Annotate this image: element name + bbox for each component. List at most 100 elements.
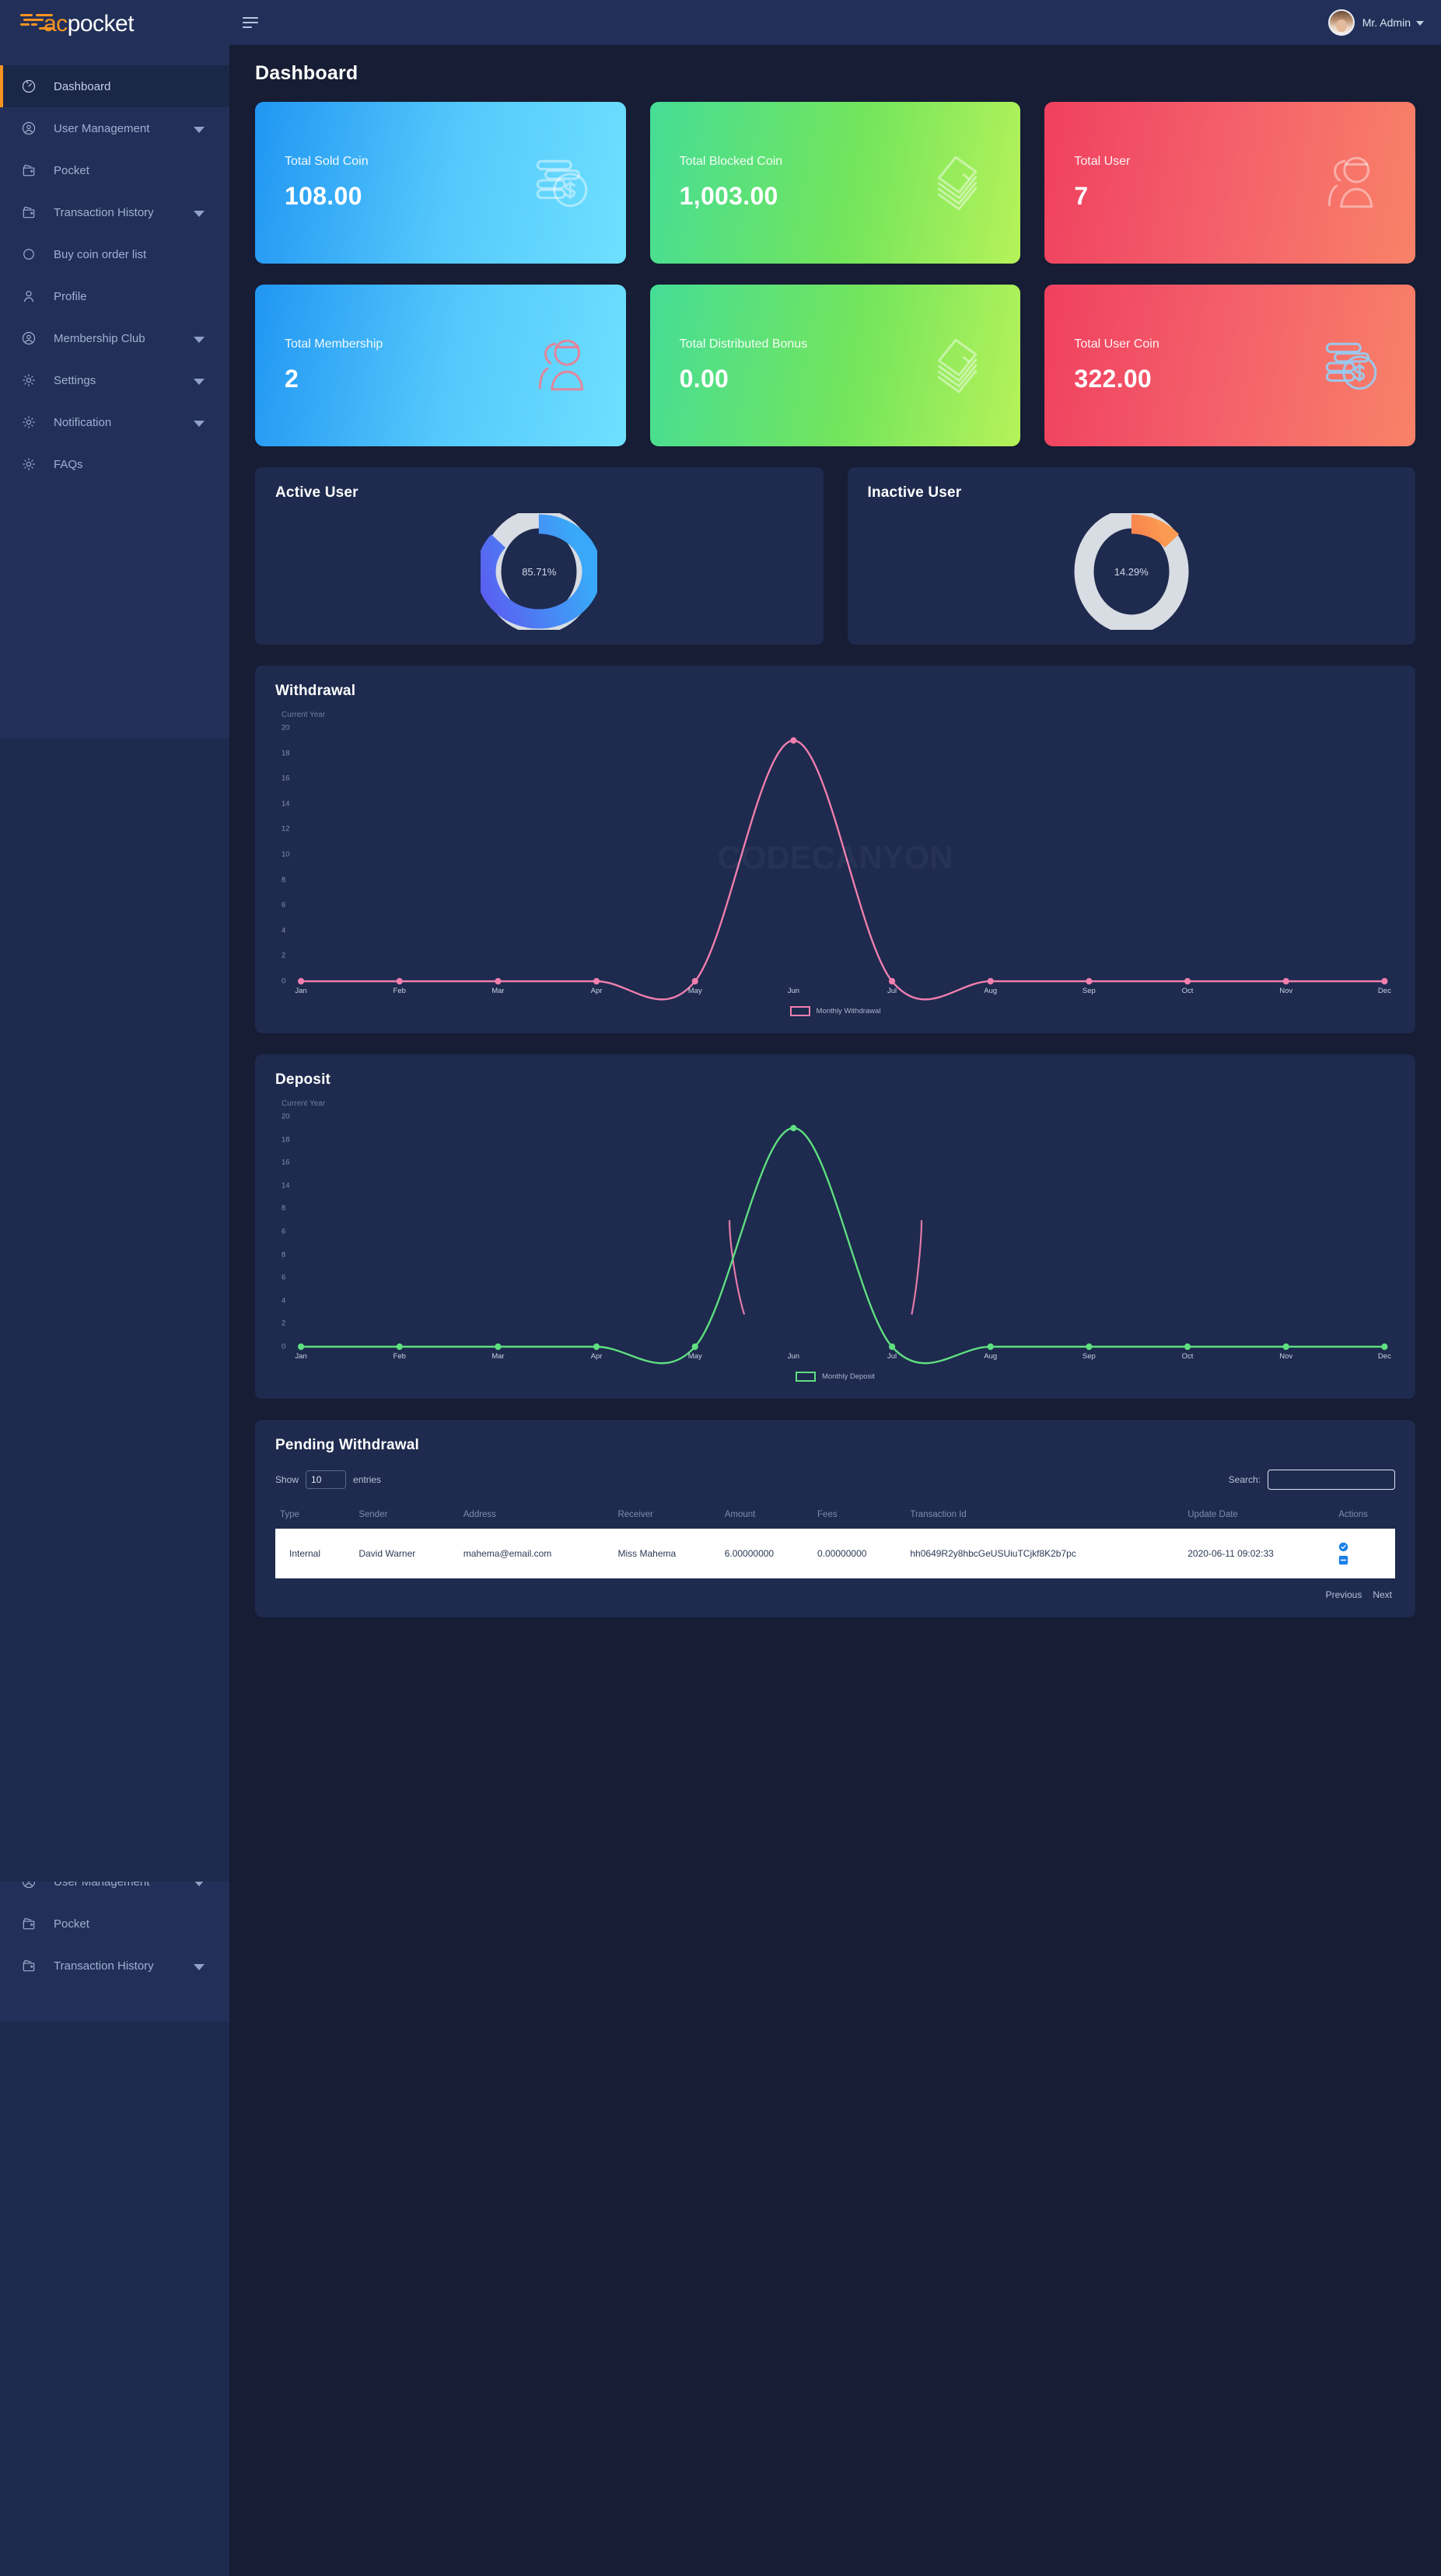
sidebar-item-notification[interactable]: Notification xyxy=(0,401,229,443)
brand-suffix: pocket xyxy=(67,11,135,37)
gear-icon xyxy=(20,372,37,389)
sidebar-item-label: FAQs xyxy=(54,457,83,471)
chart-subtitle: Current Year xyxy=(282,1099,326,1108)
chart-y-tick: 4 xyxy=(282,926,286,935)
search-label: Search: xyxy=(1228,1474,1261,1485)
person-icon xyxy=(20,288,37,305)
wallet-icon xyxy=(20,162,37,179)
donut-panel: Active User 85.71% xyxy=(255,467,824,645)
search-input[interactable] xyxy=(1268,1470,1395,1490)
user-menu[interactable]: Mr. Admin xyxy=(1327,9,1424,36)
chart-y-tick: 2 xyxy=(282,1319,286,1328)
chart-x-tick: Jun xyxy=(787,987,800,995)
chevron-down-icon[interactable] xyxy=(194,127,205,133)
table-column-header[interactable]: Update Date xyxy=(1183,1507,1334,1529)
chevron-down-icon[interactable] xyxy=(194,1882,205,1886)
withdrawal-title: Withdrawal xyxy=(275,683,356,699)
chart-y-tick: 8 xyxy=(282,876,286,885)
table-column-header[interactable]: Sender xyxy=(354,1507,458,1529)
brand-logo[interactable]: acpocket xyxy=(0,0,229,48)
chart-y-tick: 6 xyxy=(282,900,286,910)
legend-label-withdrawal: Monthly Withdrawal xyxy=(816,1007,881,1015)
table-column-header[interactable]: Transaction Id xyxy=(905,1507,1183,1529)
chart-y-tick: 20 xyxy=(282,1112,290,1121)
sidebar-item-faqs[interactable]: FAQs xyxy=(0,443,229,485)
deposit-legend: Monthly Deposit xyxy=(275,1372,1395,1382)
chart-x-tick: Sep xyxy=(1082,1352,1096,1361)
sidebar-item-pocket[interactable]: Pocket xyxy=(0,149,229,191)
topbar: Mr. Admin xyxy=(229,0,1441,45)
stat-card: Total Blocked Coin 1,003.00 xyxy=(649,102,1021,264)
table-row: Internal David Warner mahema@email.com Miss… xyxy=(275,1529,1395,1578)
chevron-down-icon[interactable] xyxy=(194,1964,205,1970)
sidebar-item-transaction-history[interactable]: Transaction History xyxy=(0,1945,229,1987)
approve-check-icon[interactable] xyxy=(1338,1542,1348,1552)
chart-x-tick: Sep xyxy=(1082,987,1096,995)
money-stack-icon xyxy=(922,151,986,215)
withdrawal-panel: Withdrawal Current Year 0 2 4 6 8 10 12 14 16 18 2… xyxy=(255,666,1415,1033)
chart-x-tick: Feb xyxy=(393,987,406,995)
chevron-down-icon[interactable] xyxy=(194,379,205,385)
table-column-header[interactable]: Amount xyxy=(720,1507,813,1529)
table-cell-type: Internal xyxy=(289,1548,321,1559)
chevron-down-icon[interactable] xyxy=(194,211,205,217)
chart-x-tick: Dec xyxy=(1377,1352,1391,1361)
chart-x-tick: Nov xyxy=(1279,1352,1293,1361)
donut-chart-row: Active User 85.71% Inactive User 14.29% xyxy=(255,467,1415,645)
stat-card: Total Distributed Bonus 0.00 xyxy=(649,285,1021,446)
hamburger-line xyxy=(243,17,258,19)
chart-x-tick: Apr xyxy=(590,987,603,995)
sidebar: acpocket Dashboard User Management Pocket T… xyxy=(0,0,229,739)
pagination: Previous Next xyxy=(275,1589,1395,1600)
coin-stack-dollar-icon xyxy=(528,151,592,215)
table-column-header[interactable]: Address xyxy=(459,1507,614,1529)
main-content: Dashboard Total Sold Coin 108.00 Total Blo… xyxy=(229,45,1441,1638)
gear-icon xyxy=(20,414,37,431)
sidebar-item-label: Dashboard xyxy=(54,79,111,93)
sidebar-item-profile[interactable]: Profile xyxy=(0,275,229,317)
chart-y-tick: 8 xyxy=(282,1250,286,1260)
sidebar-item-dashboard[interactable]: Dashboard xyxy=(0,65,229,107)
table-cell-update-date: 2020-06-11 09:02:33 xyxy=(1187,1548,1274,1559)
sidebar-item-label: User Management xyxy=(54,121,150,135)
donut-panel: Inactive User 14.29% xyxy=(847,467,1415,645)
pending-withdrawal-table: Type Sender Address Receiver Amount Fees Trans… xyxy=(275,1507,1395,1578)
wallet-icon xyxy=(20,1957,37,1974)
table-column-header[interactable]: Actions xyxy=(1334,1507,1395,1529)
table-cell-receiver: Miss Mahema xyxy=(617,1548,677,1559)
table-cell-fees: 0.00000000 xyxy=(817,1548,867,1559)
table-column-header[interactable]: Fees xyxy=(813,1507,905,1529)
show-label: Show xyxy=(275,1474,299,1485)
chart-y-tick: 16 xyxy=(282,1158,290,1167)
pagination-next[interactable]: Next xyxy=(1373,1589,1392,1600)
wallet-icon xyxy=(20,204,37,221)
chart-x-tick: Apr xyxy=(590,1352,603,1361)
sidebar-item-user-management[interactable]: User Management xyxy=(0,1882,229,1903)
sidebar-item-label: Pocket xyxy=(54,1917,89,1931)
sidebar-item-transaction-history[interactable]: Transaction History xyxy=(0,191,229,233)
sidebar-item-label: Settings xyxy=(54,373,96,387)
sidebar-item-membership-club[interactable]: Membership Club xyxy=(0,317,229,359)
stat-card: Total User 7 xyxy=(1044,102,1416,264)
table-head: Type Sender Address Receiver Amount Fees Trans… xyxy=(275,1507,1395,1529)
sidebar-item-settings[interactable]: Settings xyxy=(0,359,229,401)
table-column-header[interactable]: Receiver xyxy=(613,1507,719,1529)
sidebar-item-pocket[interactable]: Pocket xyxy=(0,1903,229,1945)
reject-minus-icon[interactable] xyxy=(1338,1555,1348,1565)
sidebar-item-buy-coin-order-list[interactable]: Buy coin order list xyxy=(0,233,229,275)
chevron-down-icon[interactable] xyxy=(194,421,205,427)
speedometer-icon xyxy=(20,78,37,95)
chart-x-tick: Jul xyxy=(887,987,897,995)
chart-y-tick: 14 xyxy=(282,799,290,809)
stat-card: Total Membership 2 xyxy=(255,285,626,446)
sidebar-ghost-items: User Management Pocket Transaction History xyxy=(0,1882,229,1987)
entries-per-page-select[interactable] xyxy=(306,1470,347,1489)
chart-x-tick: Aug xyxy=(984,1352,998,1361)
pagination-previous[interactable]: Previous xyxy=(1326,1589,1362,1600)
hamburger-menu-icon[interactable] xyxy=(243,14,260,31)
table-column-header[interactable]: Type xyxy=(275,1507,354,1529)
sidebar-item-user-management[interactable]: User Management xyxy=(0,107,229,149)
table-cell-address: mahema@email.com xyxy=(463,1548,552,1559)
chevron-down-icon[interactable] xyxy=(194,337,205,343)
users-icon xyxy=(1317,151,1381,215)
